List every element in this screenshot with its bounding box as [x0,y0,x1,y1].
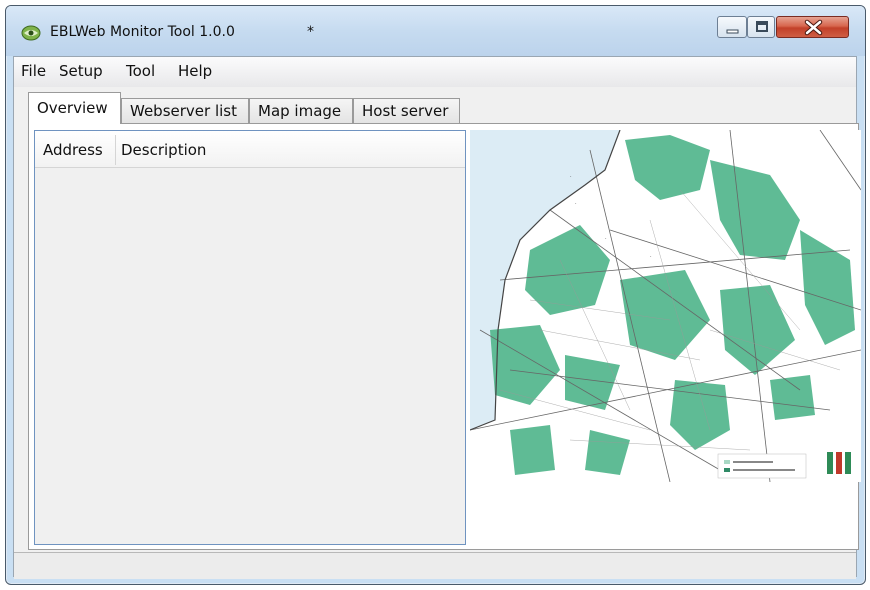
tab-strip: Overview Webserver list Map image Host s… [14,87,856,125]
minimize-button[interactable] [717,16,747,38]
tab-overview-label: Overview [37,99,108,117]
app-window: EBLWeb Monitor Tool 1.0.0 * File Setup T… [5,5,866,585]
menu-setup[interactable]: Setup [59,62,103,80]
tab-host-server[interactable]: Host server [353,98,460,124]
maximize-button[interactable] [747,16,775,38]
title-bar[interactable]: EBLWeb Monitor Tool 1.0.0 * [6,6,865,56]
client-area: File Setup Tool Help Overview Webserver … [13,56,861,579]
column-header-address[interactable]: Address [43,141,103,159]
modified-marker: * [307,24,314,40]
map-image: · · · · [470,130,861,482]
tab-host-server-label: Host server [362,102,449,120]
tab-webserver-list-label: Webserver list [130,102,237,120]
tab-overview[interactable]: Overview [28,92,121,124]
overview-tab-page: Address Description · · · · [28,123,861,550]
status-bar [14,552,856,579]
maximize-icon [756,21,768,32]
close-icon [804,19,823,36]
tab-map-image-label: Map image [258,102,342,120]
menu-tool[interactable]: Tool [126,62,155,80]
app-logo-icon [21,25,41,41]
column-header-description[interactable]: Description [121,141,206,159]
menu-help[interactable]: Help [178,62,212,80]
server-list[interactable]: Address Description [34,130,466,545]
close-button[interactable] [776,16,849,38]
menu-bar: File Setup Tool Help [14,57,856,87]
column-divider[interactable] [115,135,116,165]
window-title: EBLWeb Monitor Tool 1.0.0 [50,24,235,40]
menu-file[interactable]: File [21,62,46,80]
minimize-icon [726,29,739,34]
list-header: Address Description [35,131,465,168]
city-map-graphic: ···· [470,130,861,482]
tab-map-image[interactable]: Map image [249,98,353,124]
tab-webserver-list[interactable]: Webserver list [121,98,249,124]
